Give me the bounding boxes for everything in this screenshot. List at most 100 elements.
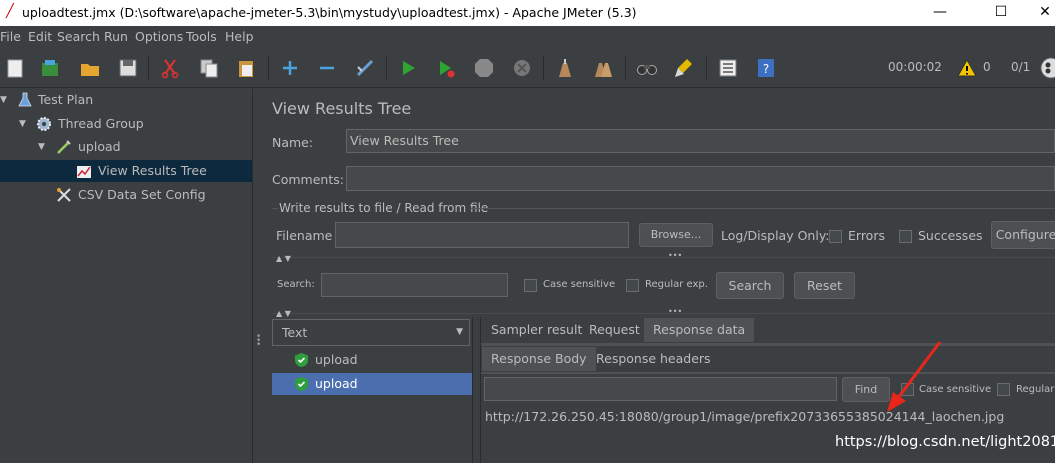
window-title: uploadtest.jmx (D:\software\apache-jmete… xyxy=(22,5,637,20)
menu-search[interactable]: Search xyxy=(57,29,100,44)
search-label: Search: xyxy=(277,279,315,290)
filename-field[interactable] xyxy=(335,222,629,248)
chart-icon xyxy=(77,166,91,178)
menu-edit[interactable]: Edit xyxy=(28,29,52,44)
tab-response-headers[interactable]: Response headers xyxy=(587,347,720,371)
svg-text:?: ? xyxy=(763,62,769,76)
collapse-icon[interactable] xyxy=(316,57,338,79)
case-sensitive-checkbox[interactable] xyxy=(524,279,537,292)
menu-tools[interactable]: Tools xyxy=(186,29,217,44)
regular-exp-label: Regular exp. xyxy=(645,279,708,290)
find-regular-checkbox[interactable] xyxy=(997,383,1010,396)
success-shield-icon xyxy=(295,353,308,367)
comments-field[interactable] xyxy=(346,166,1055,191)
find-regular-label: Regular xyxy=(1016,384,1055,395)
reset-search-icon[interactable] xyxy=(673,57,695,79)
menu-run[interactable]: Run xyxy=(104,29,128,44)
help-icon[interactable]: ? xyxy=(755,57,777,79)
tree-item-upload[interactable]: ▼ upload xyxy=(0,136,252,158)
file-section-label: Write results to file / Read from file xyxy=(279,201,489,215)
configure-button[interactable]: Configure xyxy=(991,221,1055,249)
tree-item-view-results-tree[interactable]: View Results Tree xyxy=(0,160,252,182)
log-display-label: Log/Display Only: xyxy=(721,228,830,243)
function-helper-icon[interactable] xyxy=(717,57,739,79)
paste-icon[interactable] xyxy=(235,57,257,79)
drag-handle-icon[interactable]: ••• xyxy=(668,307,682,316)
menu-file[interactable]: File xyxy=(0,29,21,44)
shutdown-icon[interactable] xyxy=(511,57,533,79)
collapse-arrow-icon[interactable]: ▼ xyxy=(38,136,45,158)
new-file-icon[interactable] xyxy=(4,57,26,79)
stop-icon[interactable] xyxy=(473,57,495,79)
toggle-icon[interactable] xyxy=(354,57,376,79)
name-label: Name: xyxy=(272,135,314,150)
templates-icon[interactable] xyxy=(39,57,61,79)
split-pane-divider[interactable]: • • • xyxy=(252,89,262,463)
save-icon[interactable] xyxy=(117,57,139,79)
collapse-arrow-icon[interactable]: ▼ xyxy=(0,89,7,111)
view-results-tree-panel: View Results Tree Name: View Results Tre… xyxy=(262,89,1055,463)
comments-label: Comments: xyxy=(272,172,344,187)
cut-icon[interactable] xyxy=(159,57,181,79)
open-icon[interactable] xyxy=(79,57,101,79)
find-button[interactable]: Find xyxy=(842,377,890,402)
menu-options[interactable]: Options xyxy=(135,29,183,44)
sample-item[interactable]: upload xyxy=(272,349,472,371)
start-icon[interactable] xyxy=(397,57,419,79)
search-button[interactable]: Search xyxy=(716,272,784,299)
tree-item-csv-data-set-config[interactable]: CSV Data Set Config xyxy=(0,184,252,206)
find-input[interactable] xyxy=(484,377,837,401)
pipette-icon xyxy=(57,140,71,154)
successes-checkbox[interactable] xyxy=(899,230,912,243)
wrench-icon xyxy=(57,188,71,202)
elapsed-timer: 00:00:02 xyxy=(888,60,942,74)
search-binoculars-icon[interactable] xyxy=(636,57,658,79)
collapse-arrows-icon[interactable]: ▲ ▼ xyxy=(276,254,291,263)
minimize-button[interactable]: — xyxy=(917,0,963,26)
success-shield-icon xyxy=(295,377,308,391)
find-case-sensitive-label: Case sensitive xyxy=(919,384,992,395)
search-input[interactable] xyxy=(321,273,508,297)
chevron-down-icon: ▼ xyxy=(456,327,463,337)
copy-icon[interactable] xyxy=(198,57,220,79)
close-button[interactable]: ✕ xyxy=(1035,0,1055,26)
response-body-text[interactable]: http://172.26.250.45:18080/group1/image/… xyxy=(485,409,1004,424)
jmeter-feather-icon: ╱ xyxy=(6,4,14,19)
filename-label: Filename xyxy=(276,228,333,243)
tree-item-thread-group[interactable]: ▼ Thread Group xyxy=(0,113,252,135)
regular-exp-checkbox[interactable] xyxy=(626,279,639,292)
warning-count: 0 xyxy=(983,60,991,74)
browse-button[interactable]: Browse... xyxy=(639,223,713,247)
window-titlebar: ╱ uploadtest.jmx (D:\software\apache-jme… xyxy=(0,0,1055,26)
successes-label: Successes xyxy=(918,228,983,243)
toolbar: ? 00:00:02 0 0/1 xyxy=(0,48,1055,88)
maximize-button[interactable]: ☐ xyxy=(978,0,1024,26)
tab-sampler-result[interactable]: Sampler result xyxy=(482,318,591,342)
errors-checkbox[interactable] xyxy=(829,230,842,243)
reset-button[interactable]: Reset xyxy=(794,272,855,299)
thread-status-icon xyxy=(1040,57,1055,79)
collapse-arrows-icon[interactable]: ▲ ▼ xyxy=(276,309,291,318)
clear-icon[interactable] xyxy=(554,57,576,79)
tab-response-body[interactable]: Response Body xyxy=(482,347,596,371)
name-field[interactable]: View Results Tree xyxy=(346,129,1055,153)
menu-help[interactable]: Help xyxy=(225,29,254,44)
flask-icon xyxy=(18,92,32,107)
thread-count: 0/1 xyxy=(1011,60,1031,74)
drag-handle-icon[interactable]: ••• xyxy=(668,251,682,260)
clear-all-icon[interactable] xyxy=(592,57,614,79)
warning-icon[interactable] xyxy=(957,58,977,78)
sample-item-selected[interactable]: upload xyxy=(272,373,472,395)
gear-icon xyxy=(37,117,51,131)
tab-response-data[interactable]: Response data xyxy=(644,318,755,342)
renderer-select[interactable]: Text ▼ xyxy=(272,319,470,346)
find-case-sensitive-checkbox[interactable] xyxy=(901,383,914,396)
start-no-pauses-icon[interactable] xyxy=(435,57,457,79)
expand-icon[interactable] xyxy=(279,57,301,79)
page-title: View Results Tree xyxy=(272,99,412,118)
errors-label: Errors xyxy=(848,228,885,243)
test-plan-tree: ▼ Test Plan ▼ Thread Group ▼ upload View… xyxy=(0,89,252,463)
tab-request[interactable]: Request xyxy=(580,318,649,342)
menu-bar: File Edit Search Run Options Tools Help xyxy=(0,26,1055,48)
collapse-arrow-icon[interactable]: ▼ xyxy=(19,113,26,135)
